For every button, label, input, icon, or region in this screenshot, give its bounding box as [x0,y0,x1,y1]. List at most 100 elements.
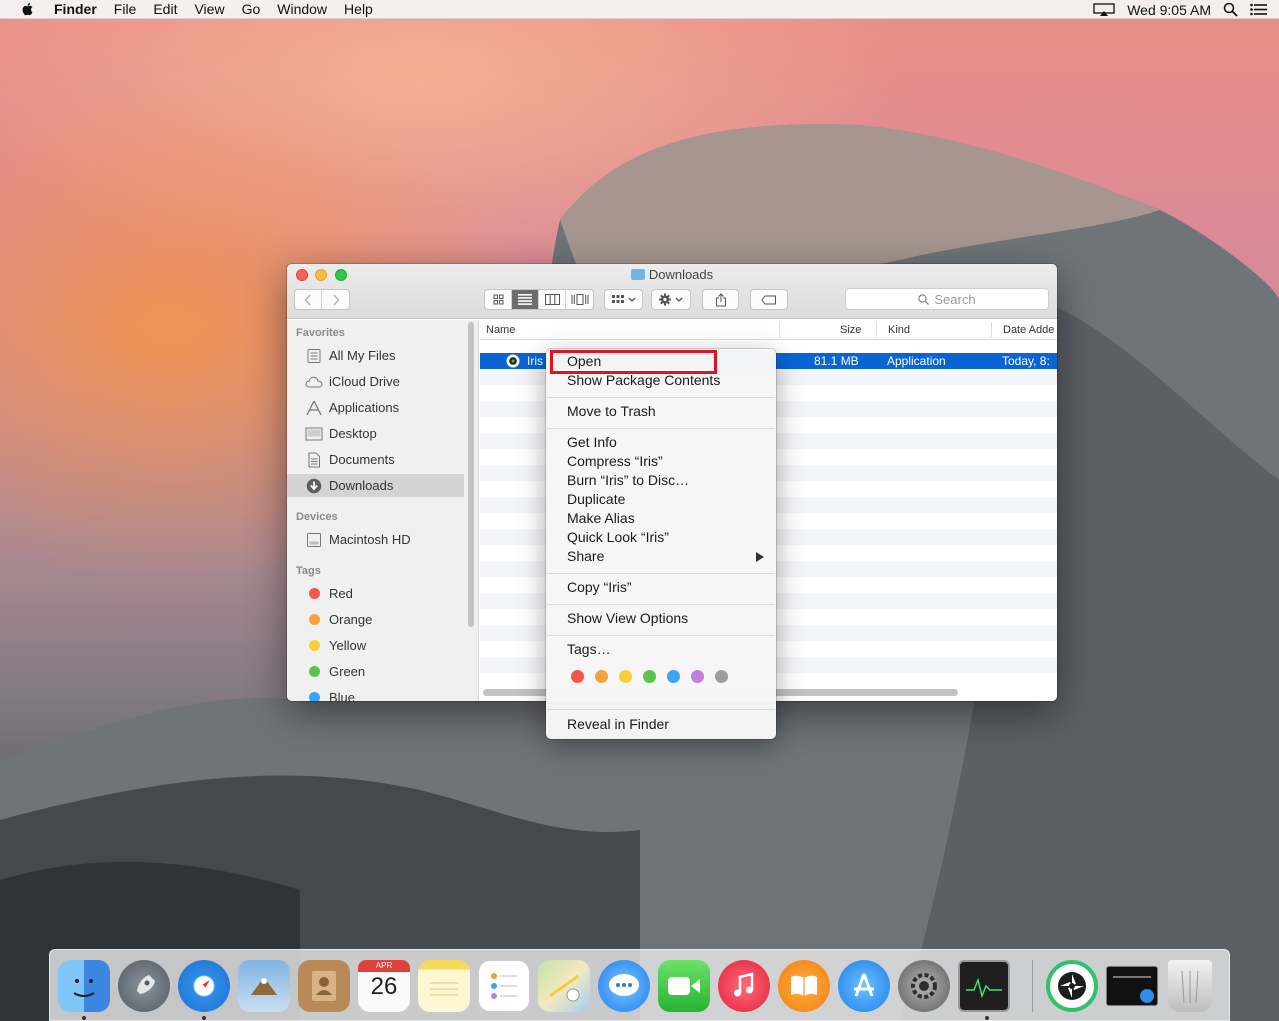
sidebar-item-downloads[interactable]: Downloads [287,474,464,497]
menu-item-show-view-options[interactable]: Show View Options [567,609,688,628]
sidebar: Favorites All My Files iCloud Drive Appl… [287,320,479,701]
sidebar-item-label: Orange [329,612,373,627]
title-bar[interactable]: Downloads Search [287,264,1057,319]
notification-center-icon[interactable] [1250,3,1267,16]
contacts-icon[interactable] [298,960,350,1012]
search-input[interactable]: Search [845,288,1049,310]
menu-item-burn[interactable]: Burn “Iris” to Disc… [567,471,689,490]
menu-item-duplicate[interactable]: Duplicate [567,490,625,509]
menu-item-compress[interactable]: Compress “Iris” [567,452,663,471]
sidebar-item-applications[interactable]: Applications [287,396,464,419]
search-placeholder: Search [934,291,976,307]
system-preferences-icon[interactable] [898,960,950,1012]
finder-icon[interactable] [58,960,110,1012]
arrange-button[interactable] [604,289,643,310]
iris-icon[interactable] [1046,960,1098,1012]
column-date-header[interactable]: Date Adde [1003,324,1054,336]
sidebar-scrollbar[interactable] [468,322,474,627]
menu-item-copy[interactable]: Copy “Iris” [567,578,632,597]
mail-icon[interactable] [238,960,290,1012]
tag-orange-button[interactable] [595,670,608,683]
icon-view-button[interactable] [485,290,512,309]
back-button[interactable] [295,290,322,309]
menu-app-name[interactable]: Finder [54,1,97,17]
menu-window[interactable]: Window [277,1,327,17]
menu-item-make-alias[interactable]: Make Alias [567,509,635,528]
sidebar-item-label: Yellow [329,638,367,653]
cloud-icon [305,374,323,390]
sidebar-tag-blue[interactable]: Blue [287,686,464,701]
sidebar-item-all-my-files[interactable]: All My Files [287,344,464,367]
menu-item-quick-look[interactable]: Quick Look “Iris” [567,528,669,547]
sidebar-item-icloud-drive[interactable]: iCloud Drive [287,370,464,393]
app-store-icon[interactable] [838,960,890,1012]
calendar-day: 26 [370,973,398,1000]
messages-icon[interactable] [598,960,650,1012]
column-size-header[interactable]: Size [840,324,861,336]
airplay-icon[interactable] [1093,2,1115,17]
action-button[interactable] [651,289,691,310]
itunes-icon[interactable] [718,960,770,1012]
tag-dot-icon [308,640,320,651]
sidebar-tag-red[interactable]: Red [287,582,464,605]
facetime-icon[interactable] [658,960,710,1012]
tag-green-button[interactable] [643,670,656,683]
menu-help[interactable]: Help [344,1,373,17]
sidebar-item-macintosh-hd[interactable]: Macintosh HD [287,528,464,551]
cover-flow-button[interactable] [566,290,593,309]
menu-edit[interactable]: Edit [153,1,177,17]
sidebar-item-label: All My Files [329,348,396,363]
ibooks-icon[interactable] [778,960,830,1012]
column-view-button[interactable] [539,290,566,309]
sidebar-header-devices: Devices [296,511,338,523]
grid-icon [493,294,503,305]
cover-flow-icon [571,294,588,305]
apple-icon[interactable] [20,1,36,17]
safari-icon[interactable] [178,960,230,1012]
sidebar-item-desktop[interactable]: Desktop [287,422,464,445]
sidebar-tag-yellow[interactable]: Yellow [287,634,464,657]
menu-item-move-to-trash[interactable]: Move to Trash [567,402,656,421]
documents-icon [305,452,323,468]
column-kind-header[interactable]: Kind [888,324,910,336]
window-title: Downloads [287,267,1057,282]
sidebar-tag-orange[interactable]: Orange [287,608,464,631]
tag-blue-button[interactable] [667,670,680,683]
forward-button[interactable] [322,290,349,309]
hard-drive-icon [305,532,323,548]
menu-item-reveal-in-finder[interactable]: Reveal in Finder [567,715,669,734]
menu-item-get-info[interactable]: Get Info [567,433,617,452]
share-button[interactable] [702,289,739,310]
reminders-icon[interactable] [478,960,530,1012]
menu-clock[interactable]: Wed 9:05 AM [1127,2,1211,18]
sidebar-tag-green[interactable]: Green [287,660,464,683]
column-name-header[interactable]: Name [486,324,515,336]
menu-item-share[interactable]: Share [567,547,604,566]
launchpad-icon[interactable] [118,960,170,1012]
maps-icon[interactable] [538,960,590,1012]
running-indicator [82,1016,86,1020]
sidebar-item-label: Green [329,664,366,679]
activity-monitor-icon[interactable] [958,960,1010,1012]
tag-yellow-button[interactable] [619,670,632,683]
tag-purple-button[interactable] [691,670,704,683]
menu-item-tags[interactable]: Tags… [567,640,611,659]
list-view-button[interactable] [512,290,539,309]
trash-icon[interactable] [1168,960,1212,1012]
tag-gray-button[interactable] [715,670,728,683]
sidebar-item-documents[interactable]: Documents [287,448,464,471]
downloads-stack-icon[interactable] [1106,966,1158,1006]
dock-divider [1032,960,1033,1012]
search-icon [918,293,930,305]
tag-red-button[interactable] [571,670,584,683]
running-indicator [985,1016,989,1020]
tag-button[interactable] [750,289,788,310]
spotlight-icon[interactable] [1223,2,1238,17]
notes-icon[interactable] [418,960,470,1012]
menu-go[interactable]: Go [242,1,261,17]
calendar-icon[interactable]: APR 26 [358,960,410,1012]
menu-separator [547,397,775,398]
menu-view[interactable]: View [194,1,224,17]
share-icon [715,292,726,306]
menu-file[interactable]: File [114,1,137,17]
